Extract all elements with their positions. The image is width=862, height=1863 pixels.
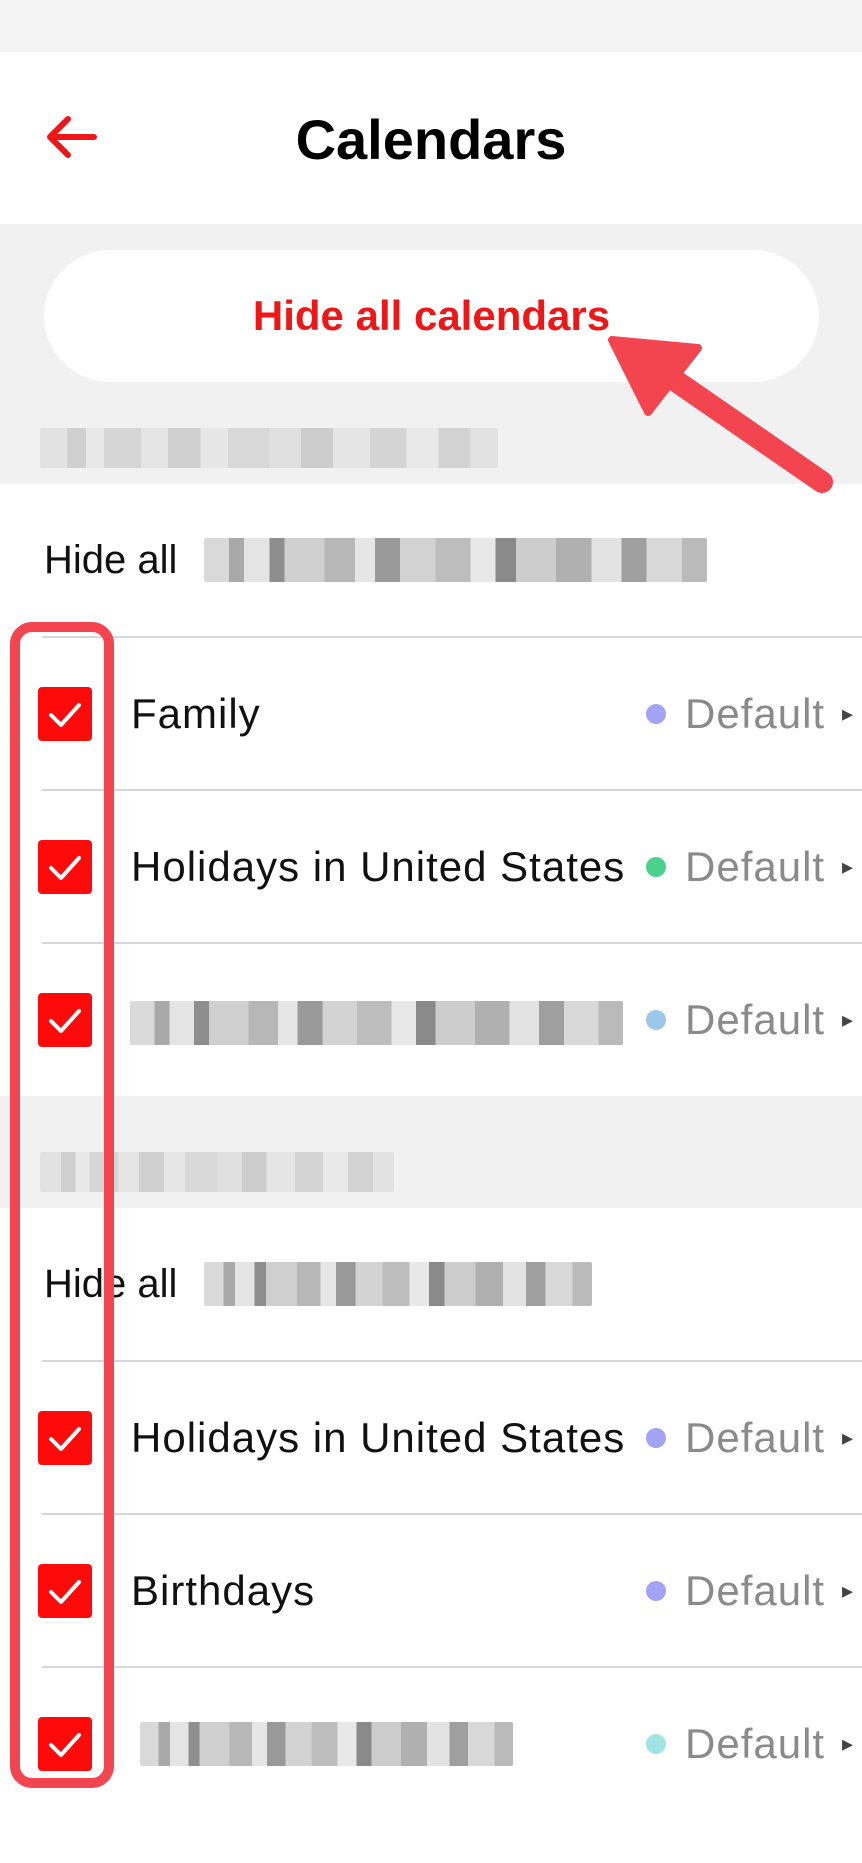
default-label: Default [685,1720,826,1767]
account-name [204,1262,592,1306]
default-label: Default [685,843,826,890]
check-icon [49,1580,81,1604]
chevron-right-icon: ▸ [842,854,854,879]
calendar-name-redacted [130,1001,623,1045]
chevron-right-icon: ▸ [842,1731,854,1756]
chevron-right-icon: ▸ [842,701,854,726]
calendar-checkbox[interactable] [38,1717,92,1771]
check-icon [49,703,81,727]
calendar-checkbox[interactable] [38,993,92,1047]
calendar-name: Holidays in United States [131,843,626,890]
calendar-row[interactable]: Birthdays Default ▸ [0,1515,862,1667]
default-label: Default [685,690,826,737]
calendar-row[interactable]: Default ▸ [0,944,862,1096]
hide-all-calendars-button[interactable]: Hide all calendars [44,250,819,382]
hide-all-account-label: Hide all [44,1262,178,1306]
hide-all-account-row[interactable]: Hide all [0,484,862,636]
calendar-row[interactable]: Holidays in United States Default ▸ [0,1362,862,1514]
account-email-label [40,1152,394,1192]
default-label: Default [685,1567,826,1614]
app-header: Calendars [0,52,862,224]
calendar-color-dot [646,857,666,877]
calendar-color-dot [646,1581,666,1601]
calendar-color-dot [646,1428,666,1448]
hide-all-account-row[interactable]: Hide all [0,1208,862,1360]
calendar-color-dot [646,704,666,724]
calendar-color-dot [646,1010,666,1030]
calendar-row[interactable]: Holidays in United States Default ▸ [0,791,862,943]
check-icon [49,1009,81,1033]
check-icon [49,1427,81,1451]
calendar-name: Birthdays [131,1567,316,1614]
calendar-name: Family [131,690,261,737]
calendar-checkbox[interactable] [38,840,92,894]
default-label: Default [685,996,826,1043]
check-icon [49,856,81,880]
chevron-right-icon: ▸ [842,1578,854,1603]
chevron-right-icon: ▸ [842,1425,854,1450]
calendar-name: Holidays in United States [131,1414,626,1461]
calendar-row[interactable]: Family Default ▸ [0,638,862,790]
chevron-right-icon: ▸ [842,1007,854,1032]
calendar-color-dot [646,1734,666,1754]
calendar-checkbox[interactable] [38,1411,92,1465]
calendar-checkbox[interactable] [38,1564,92,1618]
calendar-name-redacted [140,1722,513,1766]
default-label: Default [685,1414,826,1461]
status-bar [0,0,862,52]
calendar-row[interactable]: Default ▸ [0,1668,862,1820]
hide-all-account-label: Hide all [44,538,178,582]
account-name [204,538,707,582]
account-email-label [40,428,498,468]
check-icon [49,1733,81,1757]
page-title: Calendars [295,108,567,171]
calendar-checkbox[interactable] [38,687,92,741]
